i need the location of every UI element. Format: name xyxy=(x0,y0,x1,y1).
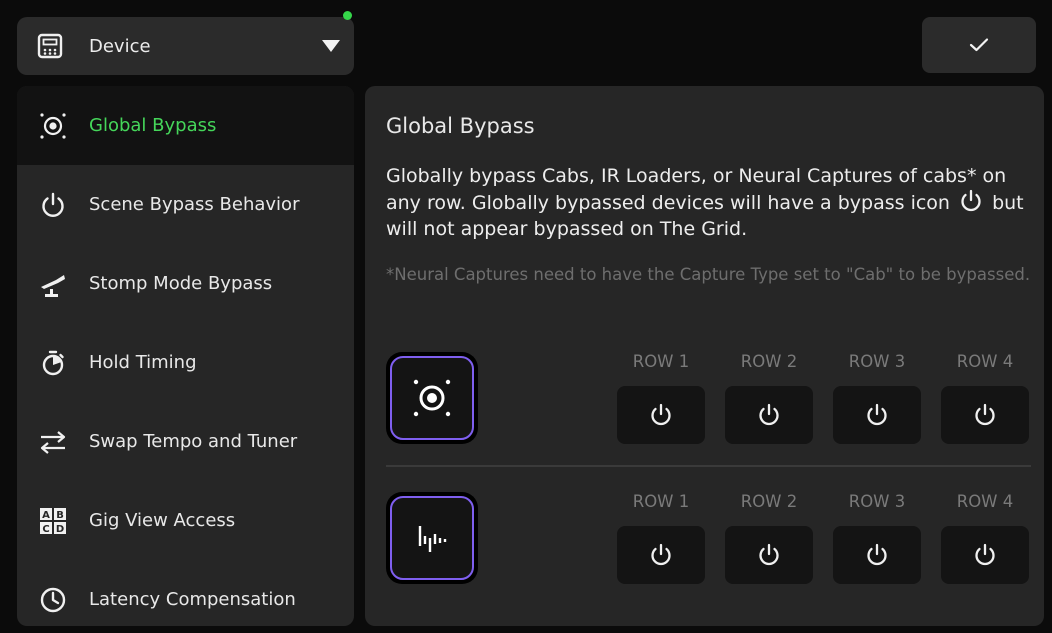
row-3-label: ROW 3 xyxy=(848,352,906,371)
sidebar-item-hold-timing[interactable]: Hold Timing xyxy=(17,323,354,402)
confirm-button[interactable] xyxy=(922,17,1036,73)
row-3-label: ROW 3 xyxy=(848,492,906,511)
status-indicator-dot xyxy=(343,11,352,20)
sidebar-item-swap-tempo-and-tuner[interactable]: Swap Tempo and Tuner xyxy=(17,402,354,481)
svg-text:B: B xyxy=(56,510,64,521)
sidebar-item-label: Global Bypass xyxy=(89,115,217,136)
global-bypass-panel: Global Bypass Globally bypass Cabs, IR L… xyxy=(365,86,1044,626)
panel-description: Globally bypass Cabs, IR Loaders, or Neu… xyxy=(386,163,1036,242)
ir-row-2-bypass-button[interactable] xyxy=(725,526,813,584)
row-2-label: ROW 2 xyxy=(740,492,798,511)
svg-text:D: D xyxy=(56,524,64,535)
sidebar-item-scene-bypass-behavior[interactable]: Scene Bypass Behavior xyxy=(17,165,354,244)
svg-text:A: A xyxy=(42,510,50,521)
svg-text:C: C xyxy=(42,524,49,535)
description-text-part1: Globally bypass Cabs, IR Loaders, or Neu… xyxy=(386,165,1007,214)
device-row-cab: ROW 1 ROW 2 ROW 3 ROW 4 xyxy=(365,348,1044,448)
device-dropdown-label: Device xyxy=(89,35,151,57)
sidebar-item-label: Hold Timing xyxy=(89,352,197,373)
sidebar-item-label: Gig View Access xyxy=(89,510,236,531)
sidebar-item-gig-view-access[interactable]: A B C D Gig View Access xyxy=(17,481,354,560)
caret-down-icon xyxy=(322,40,340,52)
row-2-label: ROW 2 xyxy=(740,352,798,371)
power-icon xyxy=(37,189,69,221)
ir-row-3-bypass-button[interactable] xyxy=(833,526,921,584)
power-icon xyxy=(958,189,984,213)
power-icon xyxy=(975,543,995,566)
row-4-label: ROW 4 xyxy=(956,352,1014,371)
speaker-target-icon xyxy=(413,379,451,417)
device-row-ir-loader: ROW 1 ROW 2 ROW 3 ROW 4 xyxy=(365,488,1044,588)
power-icon xyxy=(975,403,995,426)
sidebar-item-label: Scene Bypass Behavior xyxy=(89,194,300,215)
cab-row-1-bypass-button[interactable] xyxy=(617,386,705,444)
section-divider xyxy=(386,465,1031,467)
sidebar-item-stomp-mode-bypass[interactable]: Stomp Mode Bypass xyxy=(17,244,354,323)
sidebar-item-label: Stomp Mode Bypass xyxy=(89,273,273,294)
power-icon xyxy=(867,543,887,566)
sidebar-item-label: Latency Compensation xyxy=(89,589,296,610)
row-1-label: ROW 1 xyxy=(632,492,690,511)
timer-icon xyxy=(37,347,69,379)
device-dropdown[interactable]: Device xyxy=(17,17,354,75)
power-icon xyxy=(651,543,671,566)
power-icon xyxy=(651,403,671,426)
row-1-label: ROW 1 xyxy=(632,352,690,371)
device-icon xyxy=(37,33,63,59)
target-icon xyxy=(37,110,69,142)
panel-note: *Neural Captures need to have the Captur… xyxy=(386,265,1031,284)
sidebar-item-latency-compensation[interactable]: Latency Compensation xyxy=(17,560,354,626)
abcd-grid-icon: A B C D xyxy=(37,505,69,537)
cab-device-tile[interactable] xyxy=(386,352,478,444)
waveform-icon xyxy=(418,526,447,552)
check-icon xyxy=(969,38,989,52)
power-icon xyxy=(759,403,779,426)
power-icon xyxy=(759,543,779,566)
row-4-label: ROW 4 xyxy=(956,492,1014,511)
settings-sidebar: Global Bypass Scene Bypass Behavior Stom… xyxy=(17,86,354,626)
sidebar-item-label: Swap Tempo and Tuner xyxy=(89,431,298,452)
sidebar-item-global-bypass[interactable]: Global Bypass xyxy=(17,86,354,165)
ir-loader-device-tile[interactable] xyxy=(386,492,478,584)
cab-row-2-bypass-button[interactable] xyxy=(725,386,813,444)
ir-row-1-bypass-button[interactable] xyxy=(617,526,705,584)
footswitch-icon xyxy=(37,268,69,300)
panel-title: Global Bypass xyxy=(386,114,535,138)
clock-icon xyxy=(37,584,69,616)
cab-row-4-bypass-button[interactable] xyxy=(941,386,1029,444)
ir-row-4-bypass-button[interactable] xyxy=(941,526,1029,584)
swap-arrows-icon xyxy=(37,426,69,458)
power-icon xyxy=(867,403,887,426)
cab-row-3-bypass-button[interactable] xyxy=(833,386,921,444)
